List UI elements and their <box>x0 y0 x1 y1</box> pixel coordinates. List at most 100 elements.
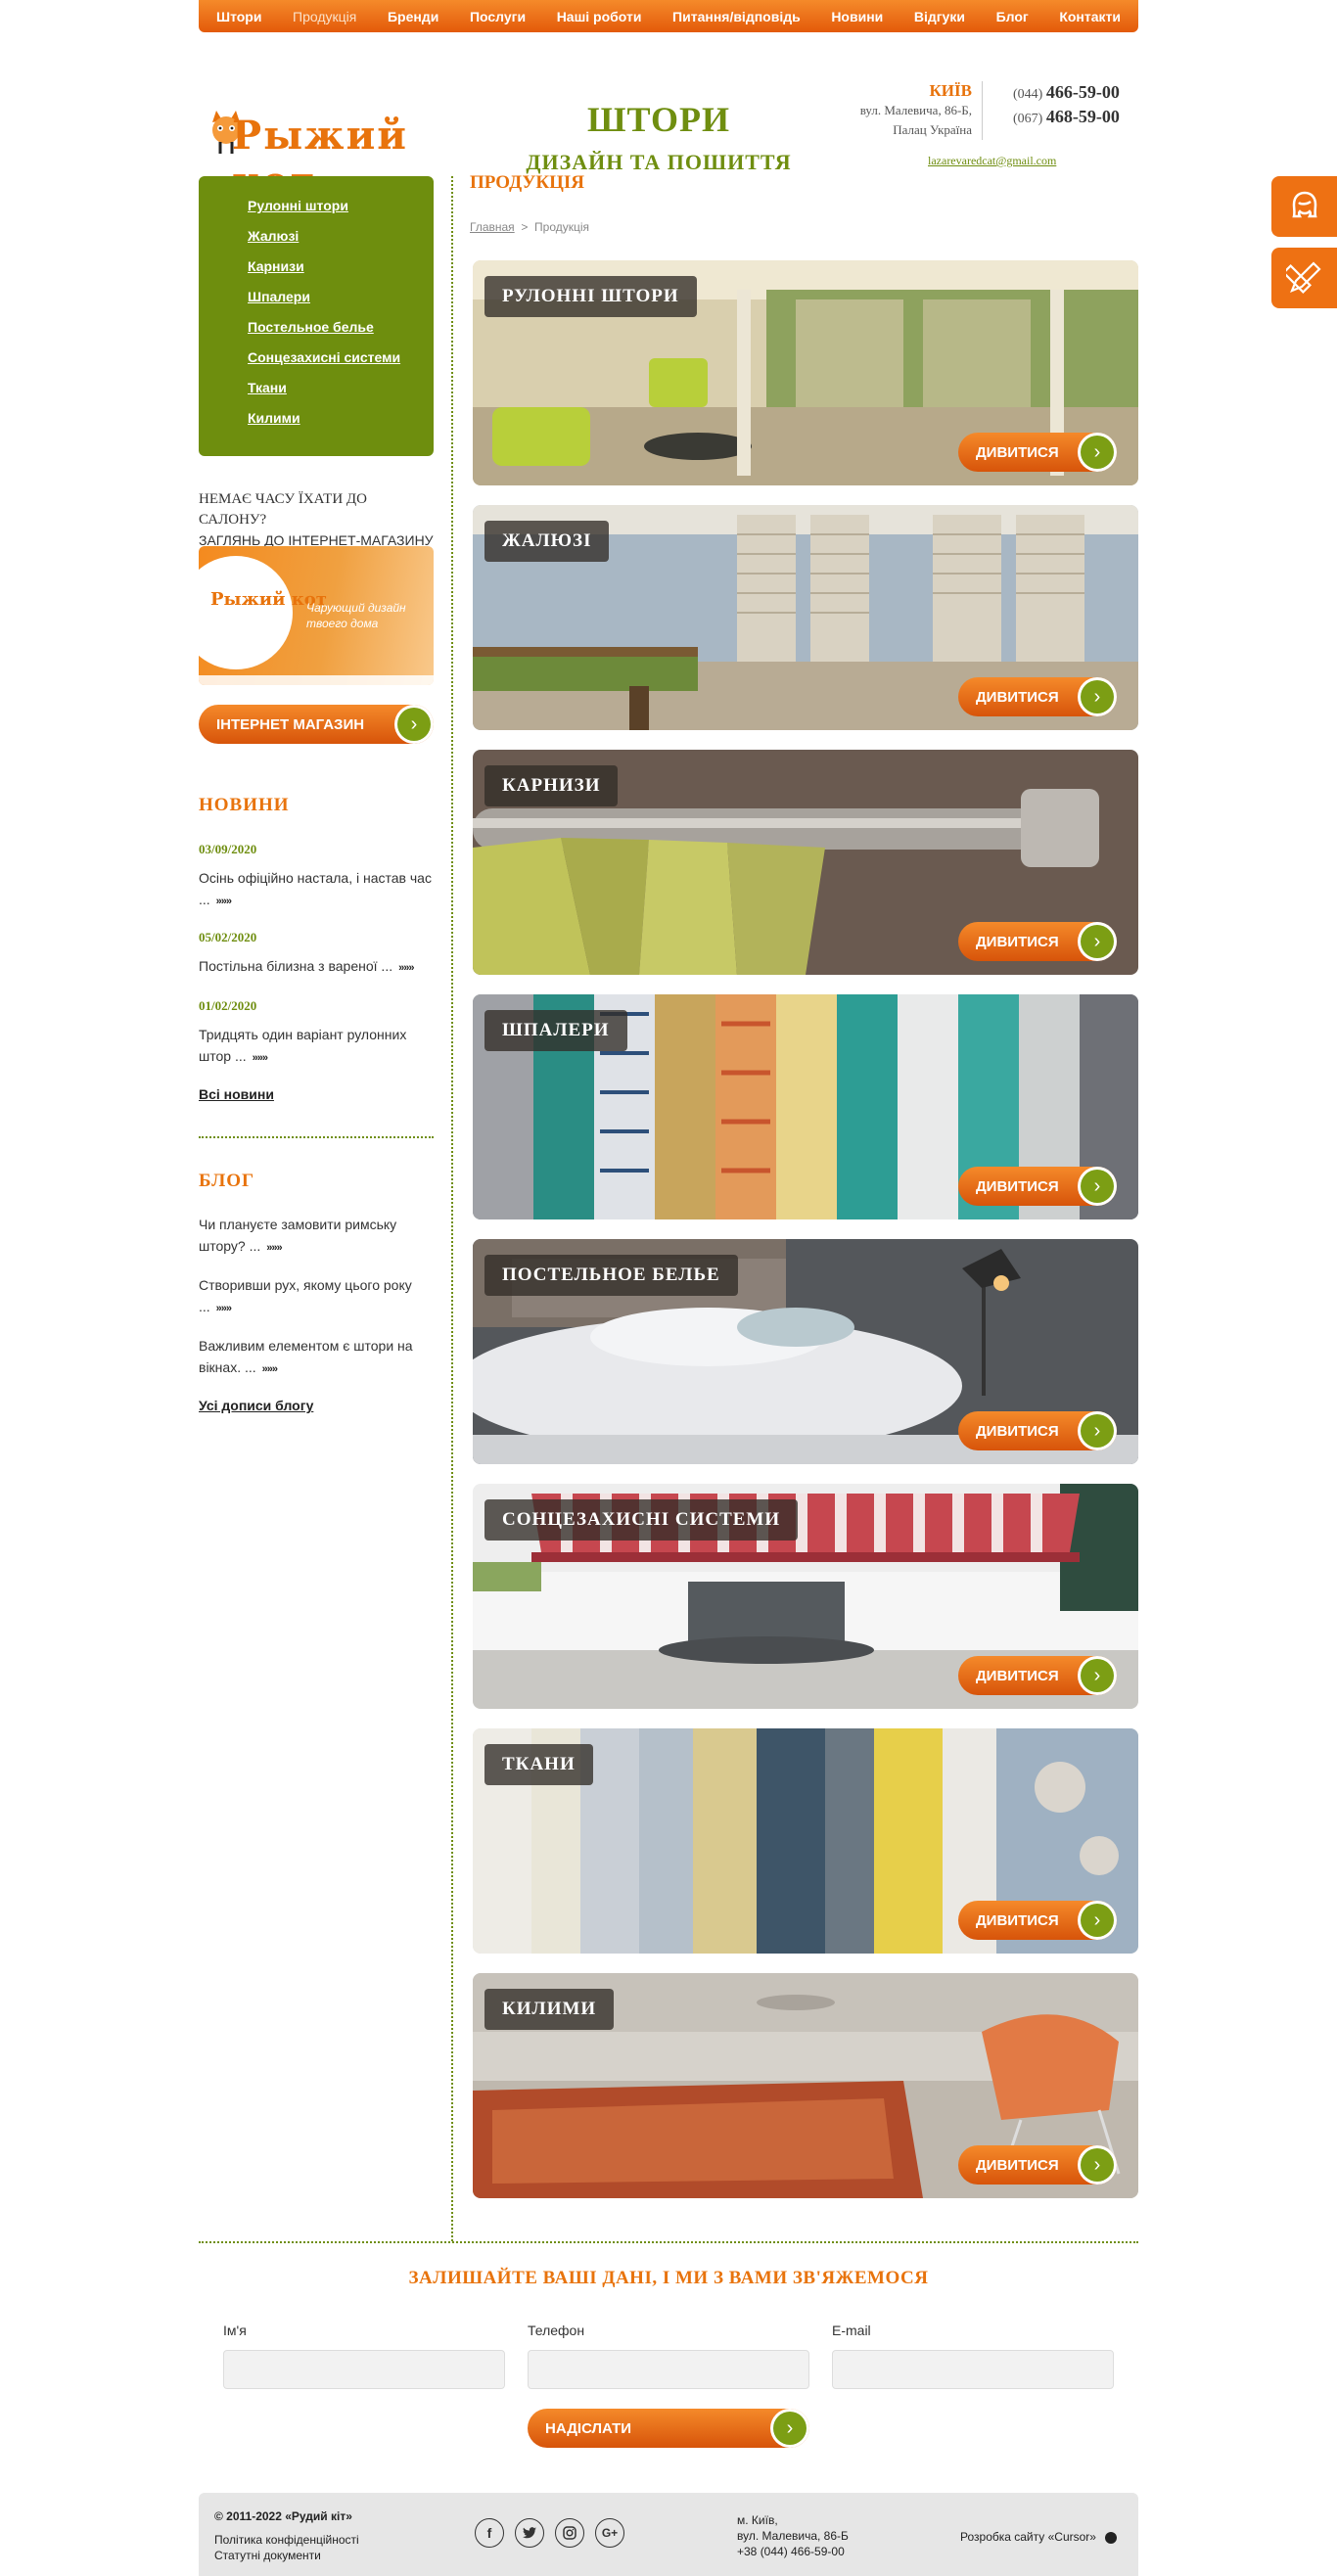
sidebar-item-sun-systems[interactable]: Сонцезахисні системи <box>248 347 434 378</box>
product-card-roller-blinds[interactable]: РУЛОННІ ШТОРИ ДИВИТИСЯ › <box>473 260 1138 485</box>
see-button[interactable]: ДИВИТИСЯ › <box>958 1901 1117 1940</box>
product-card-label: ПОСТЕЛЬНОЕ БЕЛЬЕ <box>484 1255 738 1296</box>
more-arrow-icon[interactable]: »»» <box>262 1363 278 1375</box>
no-time-note: НЕМАЄ ЧАСУ ЇХАТИ ДО САЛОНУ? ЗАГЛЯНЬ ДО І… <box>199 489 434 551</box>
see-button[interactable]: ДИВИТИСЯ › <box>958 433 1117 472</box>
see-button[interactable]: ДИВИТИСЯ › <box>958 2145 1117 2185</box>
nav-item-services[interactable]: Послуги <box>470 9 526 24</box>
nav-item-brands[interactable]: Бренди <box>388 9 438 24</box>
header-divider <box>982 81 983 140</box>
product-cards: РУЛОННІ ШТОРИ ДИВИТИСЯ › ЖАЛЮЗІ ДИВИТИСЯ… <box>473 260 1138 2218</box>
see-button[interactable]: ДИВИТИСЯ › <box>958 1411 1117 1450</box>
blog-item[interactable]: Чи плануєте замовити римську штору? ...»… <box>199 1214 434 1259</box>
blog-heading: БЛОГ <box>199 1171 255 1191</box>
nav-item-news[interactable]: Новини <box>831 9 883 24</box>
all-news-link[interactable]: Всі новини <box>199 1086 274 1102</box>
product-card-label: КАРНИЗИ <box>484 765 619 806</box>
nav-item-works[interactable]: Наші роботи <box>557 9 642 24</box>
nav-item-blog[interactable]: Блог <box>996 9 1029 24</box>
privacy-link[interactable]: Політика конфіденційності <box>214 2532 359 2548</box>
sidebar-item-roller-blinds[interactable]: Рулонні штори <box>248 196 434 226</box>
product-card-bedding[interactable]: ПОСТЕЛЬНОЕ БЕЛЬЕ ДИВИТИСЯ › <box>473 1239 1138 1464</box>
address-building: Палац Україна <box>893 122 972 137</box>
product-card-jalousie[interactable]: ЖАЛЮЗІ ДИВИТИСЯ › <box>473 505 1138 730</box>
sidebar-divider <box>199 1136 434 1138</box>
copyright: © 2011-2022 «Рудий кіт» <box>214 2509 352 2523</box>
name-field[interactable] <box>223 2350 505 2389</box>
form-title: ЗАЛИШАЙТЕ ВАШІ ДАНІ, І МИ З ВАМИ ЗВ'ЯЖЕМ… <box>408 2268 929 2288</box>
product-card-label: РУЛОННІ ШТОРИ <box>484 276 697 317</box>
more-arrow-icon[interactable]: »»» <box>253 1052 268 1064</box>
google-plus-icon[interactable]: G+ <box>595 2518 624 2548</box>
docs-link[interactable]: Статутні документи <box>214 2548 359 2563</box>
facebook-icon[interactable]: f <box>475 2518 504 2548</box>
more-arrow-icon[interactable]: »»» <box>398 962 414 974</box>
phone-1[interactable]: (044) 466-59-00 <box>1013 81 1120 106</box>
phone-2[interactable]: (067) 468-59-00 <box>1013 106 1120 130</box>
news-heading: НОВИНИ <box>199 795 290 815</box>
see-button[interactable]: ДИВИТИСЯ › <box>958 1656 1117 1695</box>
blog-item[interactable]: Створивши рух, якому цього року ...»»» <box>199 1274 434 1319</box>
slogan-main: ШТОРИ <box>586 100 731 139</box>
header: Рыжий кот ШТОРИ ДИЗАЙН ТА ПОШИТТЯ КИЇВ в… <box>199 32 1138 205</box>
product-card-wallpaper[interactable]: ШПАЛЕРИ ДИВИТИСЯ › <box>473 994 1138 1219</box>
see-button[interactable]: ДИВИТИСЯ › <box>958 677 1117 716</box>
sidebar-item-fabrics[interactable]: Ткани <box>248 378 434 408</box>
nav-item-shtory[interactable]: Штори <box>216 9 261 24</box>
sidebar-item-wallpaper[interactable]: Шпалери <box>248 287 434 317</box>
shop-banner[interactable]: Рыжий кот Чарующий дизайн твоего дома <box>199 546 434 685</box>
consultant-button[interactable] <box>1271 176 1337 237</box>
product-card-sun-systems[interactable]: СОНЦЕЗАХИСНІ СИСТЕМИ ДИВИТИСЯ › <box>473 1484 1138 1709</box>
see-button[interactable]: ДИВИТИСЯ › <box>958 922 1117 961</box>
product-card-cornices[interactable]: КАРНИЗИ ДИВИТИСЯ › <box>473 750 1138 975</box>
product-card-carpets[interactable]: КИЛИМИ ДИВИТИСЯ › <box>473 1973 1138 2198</box>
designer-button[interactable] <box>1271 248 1337 308</box>
see-button[interactable]: ДИВИТИСЯ › <box>958 1167 1117 1206</box>
name-label: Ім'я <box>223 2323 247 2338</box>
site-logo[interactable]: Рыжий кот <box>203 73 452 205</box>
sidebar-menu: Рулонні штори Жалюзі Карнизи Шпалери Пос… <box>199 176 434 456</box>
news-item[interactable]: Осінь офіційно настала, і настав час ...… <box>199 867 434 912</box>
chevron-right-icon: › <box>1078 1656 1117 1695</box>
phone-field[interactable] <box>528 2350 809 2389</box>
nav-item-products[interactable]: Продукція <box>293 9 356 24</box>
instagram-icon[interactable] <box>555 2518 584 2548</box>
blog-item[interactable]: Важливим елементом є штори на вікнах. ..… <box>199 1335 434 1380</box>
product-card-label: СОНЦЕЗАХИСНІ СИСТЕМИ <box>484 1499 799 1541</box>
twitter-icon[interactable] <box>515 2518 544 2548</box>
email-field[interactable] <box>832 2350 1114 2389</box>
form-divider <box>199 2241 1138 2243</box>
address-city: КИЇВ <box>929 81 972 100</box>
chevron-right-icon: › <box>1078 677 1117 716</box>
sidebar-item-carpets[interactable]: Килими <box>248 408 434 438</box>
more-arrow-icon[interactable]: »»» <box>216 896 232 907</box>
nav-item-reviews[interactable]: Відгуки <box>914 9 965 24</box>
product-card-label: ШПАЛЕРИ <box>484 1010 627 1051</box>
news-item[interactable]: Постільна білизна з вареної ...»»» <box>199 955 434 979</box>
sidebar-item-bedding[interactable]: Постельное белье <box>248 317 434 347</box>
sidebar-item-jalousie[interactable]: Жалюзі <box>248 226 434 256</box>
column-divider <box>451 176 453 2241</box>
phone-label: Телефон <box>528 2323 585 2338</box>
social-links: f G+ <box>475 2518 624 2548</box>
sidebar-item-cornices[interactable]: Карнизи <box>248 256 434 287</box>
more-arrow-icon[interactable]: »»» <box>266 1242 282 1254</box>
email-link[interactable]: lazarevaredcat@gmail.com <box>928 154 1056 168</box>
news-item[interactable]: Тридцять один варіант рулонних штор ...»… <box>199 1024 434 1069</box>
chevron-right-icon: › <box>770 2409 809 2448</box>
developer-credit[interactable]: Розробка сайту «Cursor» <box>960 2530 1118 2544</box>
breadcrumb-home[interactable]: Главная <box>470 220 515 234</box>
more-arrow-icon[interactable]: »»» <box>216 1303 232 1314</box>
nav-item-faq[interactable]: Питання/відповідь <box>672 9 801 24</box>
all-blog-link[interactable]: Усі дописи блогу <box>199 1398 313 1413</box>
news-date: 01/02/2020 <box>199 998 257 1013</box>
footer-phone[interactable]: +38 (044) 466-59-00 <box>737 2544 849 2559</box>
submit-button[interactable]: НАДІСЛАТИ › <box>528 2409 809 2448</box>
chevron-right-icon: › <box>1078 1901 1117 1940</box>
nav-item-contacts[interactable]: Контакти <box>1059 9 1121 24</box>
consultant-icon <box>1291 191 1317 218</box>
address-street: вул. Малевича, 86-Б, <box>859 103 972 117</box>
shop-button[interactable]: ІНТЕРНЕТ МАГАЗИН › <box>199 705 434 744</box>
breadcrumb-separator: > <box>521 220 529 234</box>
product-card-fabrics[interactable]: ТКАНИ ДИВИТИСЯ › <box>473 1728 1138 1954</box>
